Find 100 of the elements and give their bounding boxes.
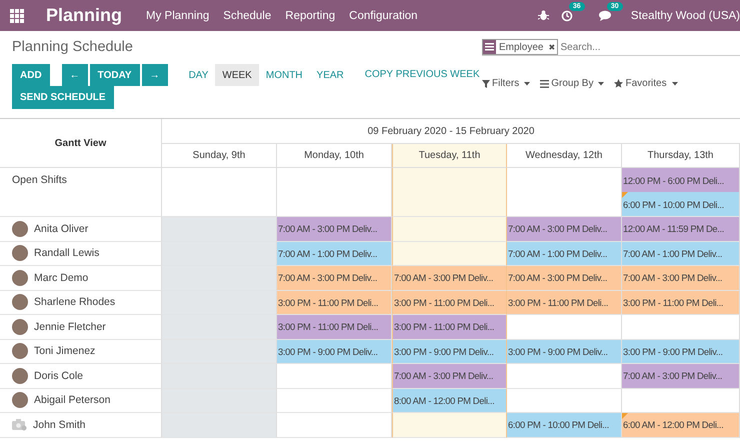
shift-pill[interactable]: 3:00 PM - 9:00 PM Deliv... — [622, 340, 739, 363]
gantt-cell[interactable] — [622, 388, 740, 413]
next-button[interactable]: → — [142, 64, 168, 86]
gantt-cell[interactable] — [162, 217, 277, 242]
shift-pill[interactable]: 7:00 AM - 1:00 PM Deliv... — [507, 242, 621, 265]
employee-name: Anita Oliver — [34, 222, 88, 235]
search-option-dropdown[interactable]: Filters — [482, 78, 530, 89]
search-option-dropdown[interactable]: Group By — [540, 78, 604, 89]
avatar-icon — [12, 245, 28, 262]
warning-corner-icon — [622, 192, 628, 198]
gantt-cell[interactable] — [277, 413, 392, 438]
gantt-cell[interactable] — [162, 266, 277, 290]
day-header: Sunday, 9th — [162, 144, 277, 168]
add-button[interactable]: ADD — [12, 64, 50, 86]
shift-pill[interactable]: 3:00 PM - 11:00 PM Deli... — [393, 315, 506, 338]
shift-pill[interactable]: 7:00 AM - 3:00 PM Deliv... — [393, 364, 506, 388]
nav-menu-item[interactable]: Schedule — [223, 10, 272, 22]
shift-pill[interactable]: 12:00 PM - 6:00 PM Deli... — [622, 168, 739, 192]
shift-pill[interactable]: 7:00 AM - 3:00 PM Deliv... — [393, 266, 506, 290]
day-header: Thursday, 13th — [622, 144, 740, 168]
caret-icon — [598, 82, 604, 86]
send-schedule-button[interactable]: SEND SCHEDULE — [12, 86, 114, 109]
gantt-cell[interactable] — [392, 168, 507, 217]
shift-pill[interactable]: 7:00 AM - 3:00 PM Deliv... — [277, 217, 391, 240]
shift-pill[interactable]: 7:00 AM - 3:00 PM Deliv... — [507, 266, 621, 290]
gantt-cell[interactable] — [162, 290, 277, 315]
gantt-cell[interactable] — [507, 168, 622, 217]
shift-pill[interactable]: 6:00 PM - 10:00 PM Deli... — [507, 413, 621, 436]
nav-menu-item[interactable]: Reporting — [285, 10, 336, 22]
gantt-cell[interactable] — [507, 388, 622, 413]
group-by-icon — [485, 43, 494, 51]
day-header: Monday, 10th — [277, 144, 392, 168]
search-field[interactable]: Employee ✖ Search... — [482, 39, 740, 56]
gantt-cell[interactable]: 12:00 PM - 6:00 PM Deli... 6:00 PM - 10:00 PM Deli... — [622, 168, 740, 217]
shift-pill[interactable]: 7:00 AM - 3:00 PM Deliv... — [277, 266, 391, 290]
gantt-cell[interactable] — [507, 364, 622, 388]
shift-pill[interactable]: 7:00 AM - 3:00 PM Deliv... — [622, 364, 739, 388]
gantt-cell[interactable] — [162, 315, 277, 340]
shift-pill[interactable]: 3:00 PM - 11:00 PM Deli... — [393, 290, 506, 314]
gantt-cell[interactable] — [277, 364, 392, 388]
star-icon — [614, 79, 624, 88]
gantt-cell[interactable] — [162, 242, 277, 266]
avatar-icon — [12, 318, 28, 335]
scale-tab[interactable]: DAY — [182, 64, 216, 86]
shift-pill[interactable]: 3:00 PM - 11:00 PM Deli... — [622, 290, 739, 314]
avatar-icon — [12, 294, 28, 310]
nav-menu-item[interactable]: Configuration — [349, 10, 418, 22]
search-option-dropdown[interactable]: Favorites — [614, 78, 678, 89]
caret-icon — [524, 82, 530, 86]
chat-icon — [598, 10, 611, 21]
shift-pill[interactable]: 7:00 AM - 3:00 PM Deliv... — [507, 217, 621, 240]
employee-name: John Smith — [33, 418, 86, 431]
gantt-cell[interactable] — [277, 168, 392, 217]
search-facet[interactable]: Employee ✖ — [482, 39, 558, 55]
scale-tab[interactable]: MONTH — [258, 64, 310, 86]
shift-pill[interactable]: 3:00 PM - 11:00 PM Deli... — [277, 290, 391, 314]
scale-tab[interactable]: WEEK — [215, 64, 259, 86]
gantt-cell[interactable] — [622, 315, 740, 340]
nav-menu-item[interactable]: My Planning — [146, 10, 210, 22]
gantt-cell[interactable] — [392, 242, 507, 266]
shift-pill[interactable]: 6:00 PM - 10:00 PM Deli... — [622, 192, 739, 216]
user-menu[interactable]: Stealthy Wood (USA) — [630, 10, 740, 22]
copy-previous-week-link[interactable]: COPY PREVIOUS WEEK — [364, 64, 480, 86]
day-header: Wednesday, 12th — [507, 144, 622, 168]
gantt-cell[interactable] — [162, 168, 277, 217]
employee-name: Doris Cole — [34, 370, 84, 382]
list-icon — [540, 80, 550, 88]
shift-pill[interactable]: 12:00 AM - 11:59 PM De... — [622, 217, 739, 240]
gantt-cell[interactable] — [392, 217, 507, 242]
shift-pill[interactable]: 7:00 AM - 1:00 PM Deliv... — [277, 242, 391, 265]
shift-pill[interactable]: 3:00 PM - 9:00 PM Deliv... — [507, 340, 621, 363]
shift-pill[interactable]: 6:00 AM - 12:00 PM Deli... — [622, 413, 739, 436]
gantt-cell[interactable] — [162, 340, 277, 364]
shift-pill[interactable]: 3:00 PM - 11:00 PM Deli... — [277, 315, 391, 338]
shift-pill[interactable]: 3:00 PM - 11:00 PM Deli... — [507, 290, 621, 314]
avatar-icon — [12, 343, 28, 360]
employee-name: Open Shifts — [12, 174, 67, 186]
employee-name: Jennie Fletcher — [34, 320, 106, 333]
shift-pill[interactable]: 3:00 PM - 9:00 PM Deliv... — [393, 340, 506, 363]
gantt-cell[interactable] — [162, 413, 277, 438]
breadcrumb-title: Planning Schedule — [12, 39, 134, 55]
gantt-cell[interactable] — [277, 388, 392, 413]
shift-pill[interactable]: 7:00 AM - 1:00 PM Deliv... — [622, 242, 739, 265]
today-button[interactable]: TODAY — [90, 64, 140, 86]
avatar-icon — [12, 392, 28, 408]
shift-pill[interactable]: 8:00 AM - 12:00 PM Deli... — [393, 388, 506, 412]
avatar-icon — [12, 368, 28, 384]
previous-button[interactable]: ← — [62, 64, 88, 86]
employee-name: Sharlene Rhodes — [34, 296, 116, 308]
employee-name: Marc Demo — [34, 272, 88, 284]
gantt-cell[interactable] — [162, 364, 277, 388]
gantt-cell[interactable] — [507, 315, 622, 340]
gantt-cell[interactable] — [162, 388, 277, 413]
employee-name: Toni Jimenez — [34, 345, 96, 358]
warning-corner-icon — [622, 413, 628, 419]
gantt-cell[interactable] — [392, 413, 507, 438]
avatar-icon — [12, 270, 28, 286]
shift-pill[interactable]: 3:00 PM - 9:00 PM Deliv... — [277, 340, 391, 363]
shift-pill[interactable]: 7:00 AM - 3:00 PM Deliv... — [622, 266, 739, 290]
scale-tab[interactable]: YEAR — [310, 64, 351, 86]
